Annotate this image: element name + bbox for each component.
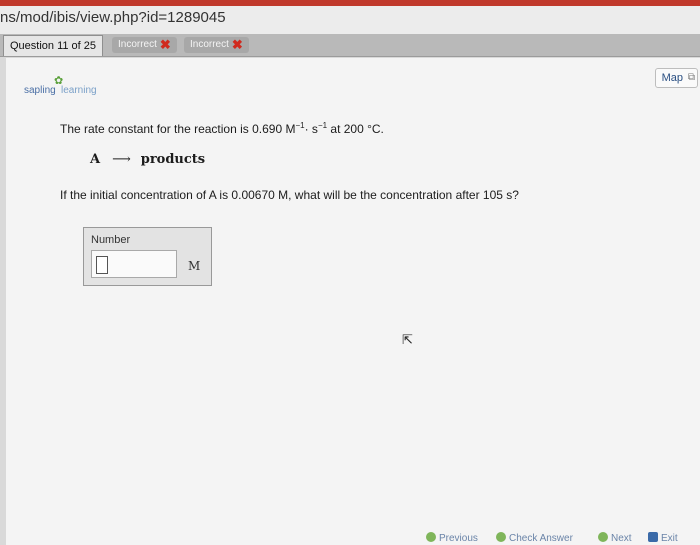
attempt-status-tab-1[interactable]: Incorrect ✖	[112, 37, 177, 53]
attempt-status-label: Incorrect	[190, 39, 229, 50]
question-panel: Map ⧉ ✿ sapling learning The rate consta…	[6, 58, 700, 545]
bottom-navigation: Previous Check Answer Next Exit	[426, 532, 700, 545]
attempt-status-label: Incorrect	[118, 39, 157, 50]
number-input[interactable]	[91, 250, 177, 278]
next-button[interactable]: Next	[598, 532, 632, 545]
reactant: A	[90, 152, 101, 167]
address-bar[interactable]: ns/mod/ibis/view.php?id=1289045	[0, 6, 700, 35]
check-label: Check Answer	[509, 533, 573, 544]
previous-icon	[426, 532, 436, 542]
exit-icon	[648, 532, 658, 542]
incorrect-x-icon: ✖	[159, 37, 171, 52]
check-icon	[496, 532, 506, 542]
logo-word-sapling: sapling	[24, 85, 56, 96]
attempt-status-tab-2[interactable]: Incorrect ✖	[184, 37, 249, 53]
previous-label: Previous	[439, 533, 478, 544]
reaction-arrow: ⟶	[112, 152, 131, 167]
exit-label: Exit	[661, 533, 678, 544]
reaction-equation: A ⟶ products	[90, 152, 205, 167]
rate-text: The rate constant for the reaction is 0.…	[60, 122, 296, 136]
next-icon	[598, 532, 608, 542]
question-prompt: If the initial concentration of A is 0.0…	[60, 188, 519, 202]
exponent: −1	[317, 121, 328, 130]
next-label: Next	[611, 533, 632, 544]
answer-box: Number M	[83, 227, 212, 286]
rate-constant-statement: The rate constant for the reaction is 0.…	[60, 121, 384, 136]
exponent: −1	[295, 121, 305, 130]
question-tab-bar: Question 11 of 25 Incorrect ✖ Incorrect …	[0, 34, 700, 57]
rate-unit-s: · s	[304, 122, 318, 136]
map-button[interactable]: Map ⧉	[654, 68, 698, 88]
exit-button[interactable]: Exit	[648, 532, 678, 545]
url-text[interactable]: ns/mod/ibis/view.php?id=1289045	[0, 9, 226, 26]
temperature-text: at 200 °C.	[327, 122, 384, 136]
external-link-icon: ⧉	[687, 72, 695, 83]
check-answer-button[interactable]: Check Answer	[496, 532, 573, 545]
incorrect-x-icon: ✖	[231, 37, 243, 52]
answer-label: Number	[91, 234, 131, 246]
sapling-logo: ✿ sapling learning	[24, 74, 114, 100]
product: products	[140, 152, 206, 167]
previous-button[interactable]: Previous	[426, 532, 478, 545]
logo-word-learning: learning	[61, 85, 97, 96]
unit-label: M	[188, 259, 201, 273]
question-counter-tab[interactable]: Question 11 of 25	[3, 35, 104, 56]
input-cursor	[96, 256, 108, 274]
mouse-pointer-icon: ⇱	[402, 332, 413, 347]
map-button-label: Map	[661, 72, 683, 84]
